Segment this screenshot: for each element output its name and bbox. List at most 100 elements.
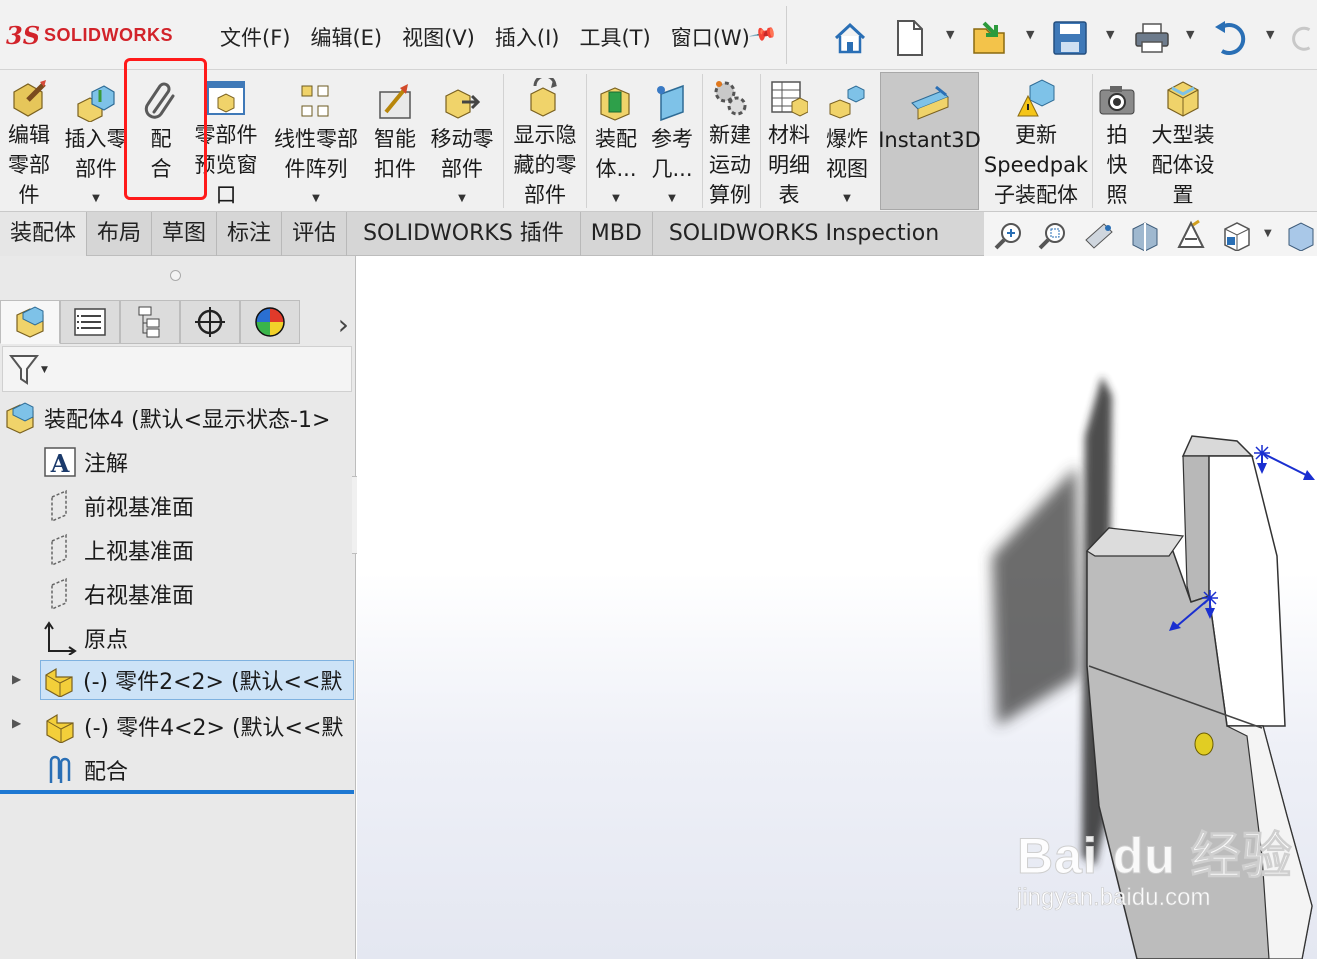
tree-rollback-bar[interactable] (0, 790, 354, 794)
tab-dimxpert-manager[interactable] (180, 300, 240, 344)
dynamic-annotation-views-icon[interactable] (1174, 218, 1208, 252)
bom-table-icon (769, 78, 809, 118)
view-orientation-icon[interactable] (1220, 218, 1254, 252)
menu-edit[interactable]: 编辑(E) (300, 22, 392, 52)
tab-layout[interactable]: 布局 (87, 212, 153, 256)
paperclip-icon (141, 78, 181, 122)
tab-property-manager[interactable] (60, 300, 120, 344)
tree-item-part4[interactable]: (-) 零件4<2> (默认<<默 (42, 706, 354, 746)
graphics-area[interactable]: Bai du 经验 jingyan.baidu.com (357, 256, 1317, 959)
linear-component-pattern-button[interactable]: 线性零部 件阵列 ▼ (268, 72, 364, 210)
expand-arrow-icon[interactable]: ▶ (12, 716, 21, 730)
new-motion-study-button[interactable]: 新建 运动 算例 (704, 72, 756, 210)
insert-components-button[interactable]: 插入零 部件 ▼ (60, 72, 132, 210)
insert-components-dropdown-icon[interactable]: ▼ (92, 193, 100, 204)
tab-assembly[interactable]: 装配体 (0, 212, 88, 256)
undo-icon[interactable] (1210, 18, 1250, 58)
baidu-watermark: Bai du 经验 jingyan.baidu.com (1017, 816, 1293, 912)
solidworks-logo[interactable]: 3S SOLIDWORKS (6, 18, 173, 52)
plane-icon (42, 488, 78, 524)
gear-icon (710, 78, 750, 118)
expand-arrow-icon[interactable]: ▶ (12, 672, 21, 686)
component-preview-window-button[interactable]: 零部件 预览窗 口 (190, 72, 262, 210)
tab-evaluate[interactable]: 评估 (282, 212, 348, 256)
tree-item-label: (-) 零件4<2> (默认<<默 (84, 716, 344, 741)
tree-item-part2[interactable]: (-) 零件2<2> (默认<<默 (40, 660, 354, 700)
display-style-icon[interactable] (1284, 218, 1317, 252)
tree-item-annotations[interactable]: A 注解 (42, 442, 352, 482)
previous-view-icon[interactable] (1082, 218, 1116, 252)
assembly-features-label: 装配 体... (595, 127, 637, 181)
mate-button[interactable]: 配 合 (136, 72, 186, 210)
smart-fasteners-button[interactable]: 智能 扣件 (368, 72, 422, 210)
reference-geometry-dropdown-icon[interactable]: ▼ (668, 193, 676, 204)
tab-mbd[interactable]: MBD (581, 212, 653, 256)
show-hidden-components-button[interactable]: 显示隐 藏的零 部件 (508, 72, 582, 210)
bill-of-materials-button[interactable]: 材料 明细 表 (762, 72, 816, 210)
tab-feature-manager-design-tree[interactable] (0, 300, 60, 344)
tree-item-front-plane[interactable]: 前视基准面 (42, 486, 352, 526)
tree-item-top-plane[interactable]: 上视基准面 (42, 530, 352, 570)
move-component-button[interactable]: 移动零 部件 ▼ (426, 72, 498, 210)
zoom-to-fit-icon[interactable] (992, 218, 1026, 252)
exploded-view-dropdown-icon[interactable]: ▼ (843, 193, 851, 204)
tree-root-assembly[interactable]: 装配体4 (默认<显示状态-1> (2, 398, 354, 438)
save-icon[interactable] (1050, 18, 1090, 58)
menu-view[interactable]: 视图(V) (392, 22, 485, 52)
new-dropdown-icon[interactable]: ▼ (946, 28, 954, 41)
instant3d-button[interactable]: Instant3D (878, 72, 981, 210)
exploded-view-icon (827, 78, 867, 122)
feature-manager-panel: › ▼ 装配体4 (默认<显示状态-1> A 注解 前视基准面 上视基准面 右视… (0, 256, 356, 959)
reference-geometry-icon (652, 78, 692, 122)
tab-display-manager[interactable] (240, 300, 300, 344)
tree-item-label: 原点 (84, 628, 129, 653)
tab-solidworks-addins[interactable]: SOLIDWORKS 插件 (347, 212, 581, 256)
tree-filter-bar: ▼ (2, 346, 352, 392)
exploded-view-label: 爆炸 视图 (826, 127, 868, 181)
new-document-icon[interactable] (890, 18, 930, 58)
tree-item-right-plane[interactable]: 右视基准面 (42, 574, 352, 614)
open-icon[interactable] (970, 18, 1010, 58)
edit-component-button[interactable]: 编辑 零部 件 (4, 72, 54, 210)
section-view-icon[interactable] (1128, 218, 1162, 252)
linear-pattern-dropdown-icon[interactable]: ▼ (312, 193, 320, 204)
exploded-view-button[interactable]: 爆炸 视图 ▼ (820, 72, 874, 210)
print-icon[interactable] (1132, 18, 1172, 58)
view-orientation-dropdown-icon[interactable]: ▼ (1264, 228, 1272, 239)
print-dropdown-icon[interactable]: ▼ (1186, 28, 1194, 41)
watermark-url: jingyan.baidu.com (1017, 884, 1211, 912)
assembly-tree-icon (16, 306, 44, 338)
menu-window[interactable]: 窗口(W) (661, 22, 760, 52)
zoom-to-area-icon[interactable] (1036, 218, 1070, 252)
tab-configuration-manager[interactable] (120, 300, 180, 344)
redo-icon[interactable] (1290, 18, 1317, 58)
move-component-dropdown-icon[interactable]: ▼ (458, 193, 466, 204)
feature-manager-tabs (0, 300, 354, 344)
tab-markup[interactable]: 标注 (217, 212, 283, 256)
assembly-features-dropdown-icon[interactable]: ▼ (612, 193, 620, 204)
home-icon[interactable] (830, 18, 870, 58)
filter-button[interactable]: ▼ (9, 353, 48, 387)
menu-file[interactable]: 文件(F) (210, 22, 300, 52)
feature-tree: 装配体4 (默认<显示状态-1> A 注解 前视基准面 上视基准面 右视基准面 (0, 396, 354, 796)
assembly-features-button[interactable]: 装配 体... ▼ (590, 72, 642, 210)
menu-insert[interactable]: 插入(I) (485, 22, 570, 52)
undo-dropdown-icon[interactable]: ▼ (1266, 28, 1274, 41)
update-speedpak-button[interactable]: 更新 Speedpak 子装配体 (984, 72, 1088, 210)
panel-grip-handle[interactable] (170, 270, 181, 281)
chevron-right-icon[interactable]: › (338, 308, 349, 341)
tab-solidworks-inspection[interactable]: SOLIDWORKS Inspection (653, 212, 955, 256)
menu-tools[interactable]: 工具(T) (569, 22, 660, 52)
open-dropdown-icon[interactable]: ▼ (1026, 28, 1034, 41)
large-assembly-settings-button[interactable]: 大型装 配体设 置 (1144, 72, 1222, 210)
plane-icon (42, 532, 78, 568)
tree-item-origin[interactable]: 原点 (42, 618, 352, 658)
save-dropdown-icon[interactable]: ▼ (1106, 28, 1114, 41)
tab-sketch[interactable]: 草图 (152, 212, 218, 256)
reference-geometry-button[interactable]: 参考 几... ▼ (646, 72, 698, 210)
tree-item-mates[interactable]: 配合 (42, 750, 354, 790)
large-assembly-settings-label: 大型装 配体设 置 (1151, 123, 1215, 207)
take-snapshot-button[interactable]: 拍 快 照 (1094, 72, 1140, 210)
title-bar: 3S SOLIDWORKS 文件(F) 编辑(E) 视图(V) 插入(I) 工具… (0, 0, 1317, 70)
show-hidden-components-label: 显示隐 藏的零 部件 (513, 123, 577, 207)
